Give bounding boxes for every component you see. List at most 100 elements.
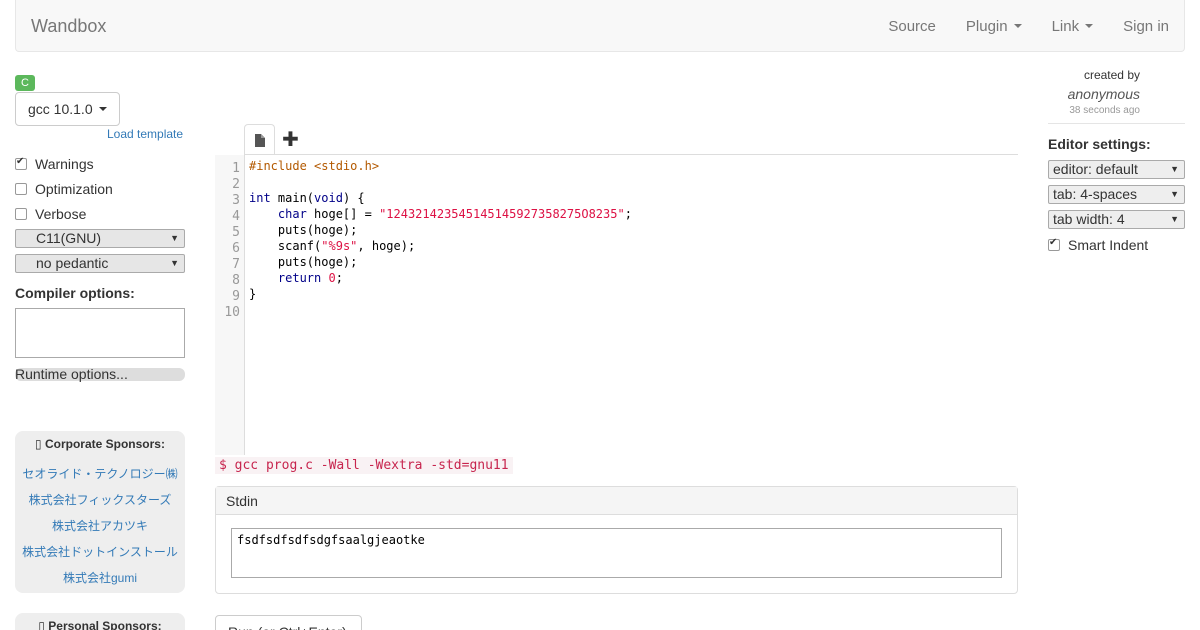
code-line: return 0; [249, 270, 632, 286]
code-text: ) { [342, 191, 365, 205]
editor-mode-select[interactable]: editor: default ▼ [1048, 160, 1185, 179]
stdin-panel: Stdin fsdfsdfsdfsdgfsaalgjeaotke [215, 486, 1018, 594]
optimization-checkbox[interactable] [15, 183, 27, 195]
preprocessor-directive: #include <stdio.h> [249, 159, 380, 173]
right-divider [1048, 123, 1185, 124]
code-editor[interactable]: #include <stdio.h> int main(void) { char… [249, 158, 632, 318]
line-number: 3 [232, 193, 240, 208]
warnings-checkbox[interactable] [15, 156, 27, 170]
keyword: int [249, 191, 271, 205]
nav-plugin-dropdown[interactable]: Plugin [951, 18, 1037, 35]
line-number: 2 [232, 177, 240, 192]
code-text: main( [270, 191, 315, 205]
stdin-title[interactable]: Stdin [216, 487, 1017, 515]
navbar: Wandbox Source Plugin Link Sign in [15, 0, 1185, 52]
line-number: 5 [232, 225, 240, 240]
code-line: } [249, 286, 632, 302]
code-text: ; [335, 271, 343, 285]
sponsor-link[interactable]: 株式会社ドットインストール [15, 543, 185, 560]
nav-source[interactable]: Source [873, 18, 951, 35]
line-number: 10 [224, 305, 240, 320]
load-template-link[interactable]: Load template [107, 127, 183, 141]
code-text: puts(hoge); [277, 255, 358, 269]
code-line: puts(hoge); [249, 254, 632, 270]
compiler-select-button[interactable]: gcc 10.1.0 [15, 92, 120, 126]
personal-sponsors-title-text: Personal Sponsors: [48, 619, 162, 630]
line-number: 6 [232, 241, 240, 256]
code-text: , hoge); [357, 239, 416, 253]
runtime-options-toggle[interactable]: Runtime options... [15, 367, 185, 381]
sponsor-link[interactable]: 株式会社アカツキ [15, 517, 185, 534]
code-text: } [249, 287, 257, 301]
corporate-sponsors-title: ▯ Corporate Sponsors: [15, 431, 185, 451]
file-icon [255, 133, 265, 147]
run-button[interactable]: Run (or Ctrl+Enter) [215, 615, 362, 630]
code-line: int main(void) { [249, 190, 632, 206]
add-tab-button[interactable]: ✚ [275, 124, 306, 155]
line-number: 8 [232, 273, 240, 288]
number-literal: 0 [328, 271, 336, 285]
sponsor-link[interactable]: 株式会社gumi [15, 569, 185, 586]
std-select[interactable]: C11(GNU) ▼ [15, 229, 185, 248]
caret-down-icon [1085, 24, 1094, 28]
dropdown-arrow-icon: ▼ [1170, 164, 1179, 174]
editor-mode-value: editor: default [1053, 161, 1138, 177]
nav-sign-in[interactable]: Sign in [1108, 18, 1184, 35]
keyword: return [277, 271, 322, 285]
sponsor-icon: ▯ [35, 437, 45, 451]
nav-link-dropdown[interactable]: Link [1037, 18, 1109, 35]
brand-logo[interactable]: Wandbox [31, 16, 106, 37]
corporate-sponsors-box: ▯ Corporate Sponsors: セオライド・テクノロジー㈱ 株式会社… [15, 431, 185, 593]
code-text: scanf( [277, 239, 322, 253]
corporate-sponsors-title-text: Corporate Sponsors: [44, 437, 165, 451]
compiler-options-textarea[interactable] [15, 308, 185, 358]
file-tab[interactable] [244, 124, 275, 155]
option-optimization[interactable]: Optimization [15, 181, 113, 197]
tab-width-value: tab width: 4 [1053, 211, 1125, 227]
keyword: char [277, 207, 307, 221]
created-by-label: created by [1083, 68, 1140, 82]
smart-indent-checkbox[interactable] [1048, 237, 1060, 251]
smart-indent-label: Smart Indent [1068, 237, 1149, 253]
string-literal: "124321423545145145927358275O8235" [379, 207, 625, 221]
pedantic-select[interactable]: no pedantic ▼ [15, 254, 185, 273]
stdin-textarea[interactable]: fsdfsdfsdfsdgfsaalgjeaotke [231, 528, 1002, 578]
line-number: 9 [232, 289, 240, 304]
created-info: created by anonymous 38 seconds ago [1068, 68, 1140, 116]
nav-plugin-label: Plugin [965, 17, 1008, 35]
language-badge[interactable]: C [15, 75, 35, 91]
code-line: puts(hoge); [249, 222, 632, 238]
editor-settings-label: Editor settings: [1048, 136, 1151, 152]
personal-sponsors-title: ▯ Personal Sponsors: [15, 613, 185, 630]
line-number: 7 [232, 257, 240, 272]
dropdown-arrow-icon: ▼ [170, 258, 179, 268]
option-verbose[interactable]: Verbose [15, 206, 86, 222]
code-line: char hoge[] = "1243214235451451459273582… [249, 206, 632, 222]
sponsor-link[interactable]: セオライド・テクノロジー㈱ [15, 465, 185, 482]
dropdown-arrow-icon: ▼ [1170, 189, 1179, 199]
tab-width-select[interactable]: tab width: 4 ▼ [1048, 210, 1185, 229]
tab-mode-value: tab: 4-spaces [1053, 186, 1138, 202]
tabs-divider [244, 154, 1018, 155]
optimization-label: Optimization [35, 181, 113, 197]
warnings-label: Warnings [35, 156, 94, 172]
option-warnings[interactable]: Warnings [15, 156, 94, 172]
caret-down-icon [1013, 24, 1022, 28]
nav-source-label: Source [888, 17, 936, 35]
code-text: ; [624, 207, 632, 221]
sponsor-link[interactable]: 株式会社フィックスターズ [15, 491, 185, 508]
smart-indent-option[interactable]: Smart Indent [1048, 237, 1148, 253]
dropdown-arrow-icon: ▼ [1170, 214, 1179, 224]
dropdown-arrow-icon: ▼ [170, 233, 179, 243]
nav-items: Source Plugin Link Sign in [873, 0, 1184, 52]
personal-sponsors-box: ▯ Personal Sponsors: [15, 613, 185, 630]
nav-sign-in-label: Sign in [1123, 17, 1169, 35]
tab-mode-select[interactable]: tab: 4-spaces ▼ [1048, 185, 1185, 204]
compiler-options-label: Compiler options: [15, 285, 135, 301]
editor-tabs: ✚ [244, 124, 306, 155]
verbose-checkbox[interactable] [15, 208, 27, 220]
keyword: void [314, 191, 343, 205]
author-name: anonymous [1067, 86, 1140, 102]
